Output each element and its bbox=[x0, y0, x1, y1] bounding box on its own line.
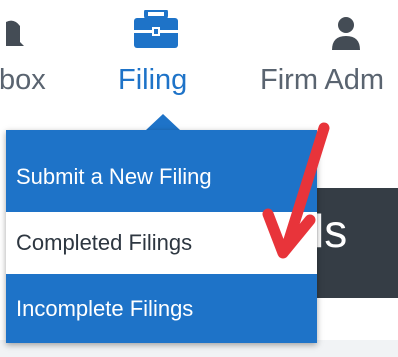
top-navigation: box Filing Firm Adm bbox=[0, 0, 398, 110]
filing-dropdown-menu: Submit a New Filing Completed Filings In… bbox=[6, 130, 317, 343]
nav-item-filing[interactable]: Filing bbox=[104, 0, 224, 110]
nav-item-inbox[interactable]: box bbox=[0, 0, 90, 110]
menu-item-incomplete-filings[interactable]: Incomplete Filings bbox=[6, 278, 317, 340]
dropdown-caret bbox=[146, 114, 180, 130]
nav-item-firm-admin[interactable]: Firm Adm bbox=[256, 0, 398, 110]
menu-item-completed-filings[interactable]: Completed Filings bbox=[6, 212, 317, 274]
bell-icon bbox=[6, 20, 24, 46]
nav-label-firm-admin: Firm Adm bbox=[260, 64, 385, 96]
briefcase-icon bbox=[134, 10, 178, 48]
nav-label-filing: Filing bbox=[118, 64, 188, 96]
menu-item-submit-new-filing[interactable]: Submit a New Filing bbox=[6, 146, 317, 208]
page-heading: ls bbox=[314, 205, 348, 257]
user-icon bbox=[332, 17, 360, 50]
nav-label-inbox: box bbox=[0, 64, 46, 96]
